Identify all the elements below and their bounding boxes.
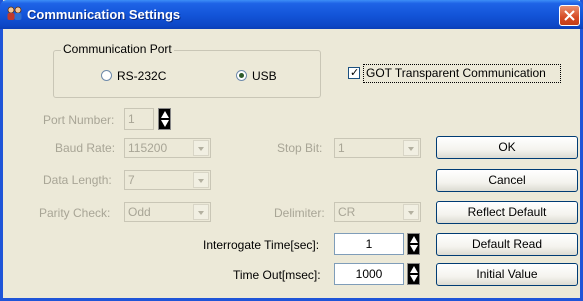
spin-down-icon	[161, 120, 169, 127]
spin-down-icon	[410, 275, 418, 282]
delimiter-value: CR	[338, 205, 356, 219]
time-out-label: Time Out[msec]:	[233, 268, 321, 282]
usb-label[interactable]: USB	[252, 69, 277, 83]
communication-port-group	[53, 50, 321, 98]
two-people-icon	[7, 6, 22, 20]
spin-up-icon	[410, 236, 418, 243]
got-transparent-label[interactable]: GOT Transparent Communication	[366, 66, 546, 80]
stop-bit-select: 1	[334, 138, 421, 158]
initial-value-button[interactable]: Initial Value	[436, 263, 578, 286]
chevron-down-icon	[403, 204, 419, 220]
baud-rate-value: 115200	[128, 141, 168, 155]
port-number-field: 1	[124, 108, 154, 130]
title-bar: Communication Settings	[0, 0, 583, 29]
chevron-down-icon	[193, 204, 209, 220]
delimiter-select: CR	[334, 202, 421, 222]
interrogate-time-field[interactable]: 1	[334, 233, 404, 255]
data-length-label: Data Length:	[43, 173, 112, 187]
communication-port-title: Communication Port	[61, 42, 174, 56]
chevron-down-icon	[193, 140, 209, 156]
parity-check-select: Odd	[124, 202, 211, 222]
parity-check-value: Odd	[128, 205, 151, 219]
delimiter-label: Delimiter:	[274, 206, 325, 220]
time-out-spinner[interactable]	[407, 263, 420, 285]
data-length-select: 7	[124, 170, 211, 190]
data-length-value: 7	[128, 173, 135, 187]
stop-bit-label: Stop Bit:	[277, 141, 323, 155]
got-transparent-checkbox[interactable]: ✓	[348, 66, 360, 79]
chevron-down-icon	[193, 172, 209, 188]
default-read-button[interactable]: Default Read	[436, 233, 578, 256]
baud-rate-select: 115200	[124, 138, 211, 158]
rs232c-label[interactable]: RS-232C	[117, 69, 166, 83]
close-button[interactable]	[559, 5, 580, 26]
dialog-title: Communication Settings	[27, 7, 181, 22]
chevron-down-icon	[403, 140, 419, 156]
parity-check-label: Parity Check:	[39, 206, 111, 220]
communication-settings-dialog: Communication Settings Communication Por…	[0, 0, 583, 301]
baud-rate-label: Baud Rate:	[55, 141, 116, 155]
interrogate-time-spinner[interactable]	[407, 233, 420, 255]
reflect-default-button[interactable]: Reflect Default	[436, 201, 578, 224]
stop-bit-value: 1	[338, 141, 345, 155]
cancel-button[interactable]: Cancel	[436, 169, 578, 192]
interrogate-time-label: Interrogate Time[sec]:	[203, 238, 320, 252]
port-number-label: Port Number:	[43, 113, 115, 127]
spin-down-icon	[410, 245, 418, 252]
usb-radio[interactable]	[236, 70, 247, 81]
time-out-field[interactable]: 1000	[334, 263, 404, 285]
spin-up-icon	[410, 266, 418, 273]
ok-button[interactable]: OK	[436, 136, 578, 159]
rs232c-radio[interactable]	[101, 70, 112, 81]
port-number-spinner[interactable]	[158, 108, 171, 130]
close-icon	[564, 10, 575, 21]
checkmark-icon: ✓	[350, 66, 360, 79]
spin-up-icon	[161, 111, 169, 118]
